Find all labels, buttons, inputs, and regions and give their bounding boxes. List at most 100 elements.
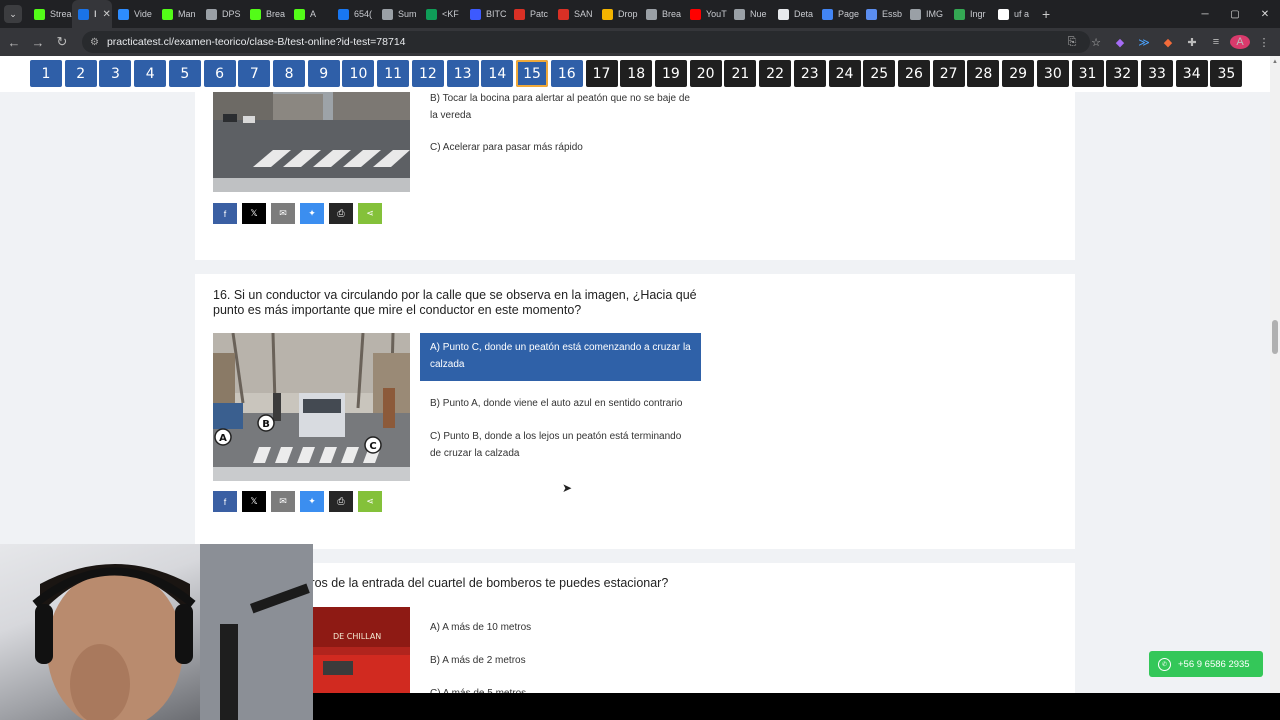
browser-tab[interactable]: Deta: [772, 0, 816, 28]
answer-option-b[interactable]: B) Tocar la bocina para alertar al peató…: [420, 84, 701, 130]
answer-option-b[interactable]: B) A más de 2 metros: [420, 646, 701, 675]
whatsapp-contact-button[interactable]: ✆ +56 9 6586 2935: [1149, 651, 1263, 677]
question-number-button[interactable]: 29: [1002, 60, 1035, 87]
browser-tab[interactable]: Page: [816, 0, 860, 28]
question-number-button[interactable]: 3: [99, 60, 132, 87]
question-number-button[interactable]: 11: [377, 60, 410, 87]
facebook-share-button[interactable]: f: [213, 203, 237, 224]
answer-option-c[interactable]: C) Acelerar para pasar más rápido: [420, 133, 701, 162]
question-number-button[interactable]: 25: [863, 60, 896, 87]
question-number-button[interactable]: 22: [759, 60, 792, 87]
scrollbar-thumb[interactable]: [1272, 320, 1278, 354]
question-number-button[interactable]: 1: [30, 60, 62, 87]
question-number-button[interactable]: 20: [689, 60, 722, 87]
browser-tab[interactable]: SAN: [552, 0, 596, 28]
email-share-button[interactable]: ✉: [271, 491, 295, 512]
question-number-button[interactable]: 32: [1106, 60, 1139, 87]
minimize-icon[interactable]: ─: [1190, 9, 1220, 20]
extensions-puzzle-icon[interactable]: ✚: [1182, 36, 1202, 49]
print-share-button[interactable]: ⎙: [329, 203, 353, 224]
question-number-button[interactable]: 34: [1175, 60, 1208, 87]
browser-tab[interactable]: A: [288, 0, 332, 28]
browser-tab[interactable]: Brea: [244, 0, 288, 28]
address-bar[interactable]: ⚙ practicatest.cl/examen-teorico/clase-B…: [82, 31, 1090, 53]
question-number-button[interactable]: 15: [516, 60, 549, 87]
bookmark-star-icon[interactable]: ☆: [1086, 36, 1106, 49]
question-number-button[interactable]: 10: [342, 60, 375, 87]
question-number-button[interactable]: 9: [307, 60, 340, 87]
question-number-button[interactable]: 27: [932, 60, 965, 87]
browser-tab[interactable]: BITC: [464, 0, 508, 28]
browser-tab[interactable]: Drop: [596, 0, 640, 28]
question-number-button[interactable]: 35: [1210, 60, 1243, 87]
answer-option-a[interactable]: A) Punto C, donde un peatón está comenza…: [420, 333, 701, 381]
question-number-button[interactable]: 17: [585, 60, 618, 87]
browser-menu-icon[interactable]: ⋮: [1254, 36, 1274, 49]
browser-tab[interactable]: <KF: [420, 0, 464, 28]
browser-tab[interactable]: DPS: [200, 0, 244, 28]
scroll-up-icon[interactable]: ▲: [1272, 59, 1278, 65]
question-number-button[interactable]: 24: [828, 60, 861, 87]
browser-tab[interactable]: Sum: [376, 0, 420, 28]
browser-tab[interactable]: Strea: [28, 0, 72, 28]
facebook-share-button[interactable]: f: [213, 491, 237, 512]
maximize-icon[interactable]: ▢: [1220, 9, 1250, 20]
share-share-button[interactable]: ⋖: [358, 491, 382, 512]
question-number-button[interactable]: 8: [273, 60, 306, 87]
question-number-button[interactable]: 21: [724, 60, 757, 87]
extension-icon[interactable]: ◆: [1110, 36, 1130, 49]
answer-option-a[interactable]: A) A más de 10 metros: [420, 613, 701, 642]
browser-tab[interactable]: Nue: [728, 0, 772, 28]
question-number-button[interactable]: 7: [238, 60, 271, 87]
scrollbar[interactable]: ▲: [1270, 56, 1280, 696]
browser-tab[interactable]: IMG: [904, 0, 948, 28]
browser-tab[interactable]: Brea: [640, 0, 684, 28]
site-info-icon[interactable]: ⚙: [90, 37, 99, 48]
tab-search-icon[interactable]: ⌄: [4, 5, 22, 23]
reload-icon[interactable]: ↻: [50, 34, 74, 50]
browser-tab[interactable]: Essb: [860, 0, 904, 28]
answer-option-c[interactable]: C) Punto B, donde a los lejos un peatón …: [420, 422, 701, 468]
browser-tab[interactable]: uf a: [992, 0, 1036, 28]
question-number-button[interactable]: 5: [168, 60, 201, 87]
profile-avatar[interactable]: A: [1230, 35, 1250, 49]
browser-tab[interactable]: Man: [156, 0, 200, 28]
browser-tab[interactable]: Vide: [112, 0, 156, 28]
browser-tab[interactable]: Patc: [508, 0, 552, 28]
install-app-icon[interactable]: ⎘: [1062, 36, 1082, 49]
extension-icon[interactable]: ≫: [1134, 36, 1154, 49]
browser-tab[interactable]: YouT: [684, 0, 728, 28]
back-icon[interactable]: ←: [2, 35, 26, 50]
question-number-button[interactable]: 12: [411, 60, 444, 87]
x-twitter-share-button[interactable]: 𝕏: [242, 203, 266, 224]
answer-option-b[interactable]: B) Punto A, donde viene el auto azul en …: [420, 389, 701, 418]
print-share-button[interactable]: ⎙: [329, 491, 353, 512]
question-number-button[interactable]: 30: [1036, 60, 1069, 87]
extension-icon[interactable]: ◆: [1158, 36, 1178, 49]
question-number-button[interactable]: 19: [654, 60, 687, 87]
question-number-button[interactable]: 16: [550, 60, 583, 87]
browser-tab[interactable]: 654(: [332, 0, 376, 28]
messenger-share-button[interactable]: ✦: [300, 491, 324, 512]
question-number-button[interactable]: 18: [620, 60, 653, 87]
new-tab-button[interactable]: +: [1042, 6, 1050, 22]
email-share-button[interactable]: ✉: [271, 203, 295, 224]
share-share-button[interactable]: ⋖: [358, 203, 382, 224]
browser-tab[interactable]: Ingr: [948, 0, 992, 28]
question-number-button[interactable]: 28: [967, 60, 1000, 87]
question-number-button[interactable]: 4: [134, 60, 167, 87]
question-number-button[interactable]: 13: [446, 60, 479, 87]
x-twitter-share-button[interactable]: 𝕏: [242, 491, 266, 512]
browser-tab[interactable]: I ✕: [72, 0, 112, 28]
question-number-button[interactable]: 23: [793, 60, 826, 87]
question-number-button[interactable]: 33: [1141, 60, 1173, 87]
question-number-button[interactable]: 14: [481, 60, 514, 87]
close-window-icon[interactable]: ✕: [1250, 9, 1280, 20]
messenger-share-button[interactable]: ✦: [300, 203, 324, 224]
question-number-button[interactable]: 31: [1071, 60, 1104, 87]
reading-list-icon[interactable]: ≡: [1206, 36, 1226, 48]
question-number-button[interactable]: 26: [897, 60, 930, 87]
question-number-button[interactable]: 6: [203, 60, 236, 87]
question-number-button[interactable]: 2: [64, 60, 97, 87]
forward-icon[interactable]: →: [26, 35, 50, 50]
